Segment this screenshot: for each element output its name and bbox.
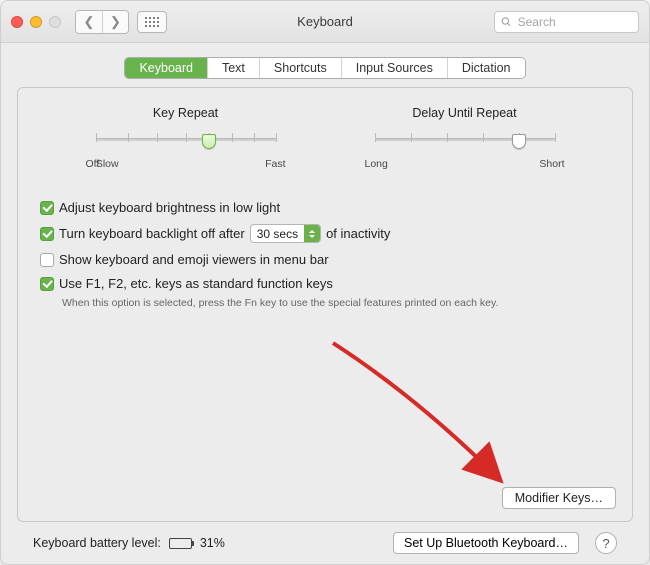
help-button[interactable]: ?	[595, 532, 617, 554]
key-repeat-label: Key Repeat	[153, 106, 218, 120]
key-repeat-thumb[interactable]	[202, 134, 216, 149]
opt-brightness: Adjust keyboard brightness in low light	[40, 200, 614, 215]
delay-thumb[interactable]	[512, 134, 526, 149]
grid-icon	[145, 17, 159, 27]
modifier-keys-button[interactable]: Modifier Keys…	[502, 487, 616, 509]
search-icon	[501, 16, 512, 28]
battery-icon	[169, 538, 192, 549]
close-icon[interactable]	[11, 16, 23, 28]
checkbox-brightness[interactable]	[40, 201, 54, 215]
label-fnkeys: Use F1, F2, etc. keys as standard functi…	[59, 276, 333, 291]
setup-bluetooth-button[interactable]: Set Up Bluetooth Keyboard…	[393, 532, 579, 554]
sliders-row: Key Repeat Off Slow Fast	[36, 102, 614, 186]
search-field[interactable]	[494, 11, 639, 33]
key-repeat-range: Off Slow Fast	[86, 158, 286, 170]
tab-dictation[interactable]: Dictation	[447, 58, 525, 78]
delay-label: Delay Until Repeat	[412, 106, 516, 120]
opt-menubar: Show keyboard and emoji viewers in menu …	[40, 252, 614, 267]
options-list: Adjust keyboard brightness in low light …	[36, 200, 614, 309]
titlebar: ❮ ❯ Keyboard	[1, 1, 649, 43]
tab-bar: Keyboard Text Shortcuts Input Sources Di…	[124, 57, 525, 79]
backlight-timeout-value: 30 secs	[251, 227, 304, 241]
backlight-timeout-select[interactable]: 30 secs	[250, 224, 321, 243]
checkbox-backlight[interactable]	[40, 227, 54, 241]
key-repeat-track[interactable]	[96, 130, 276, 156]
minimize-icon[interactable]	[30, 16, 42, 28]
tab-text[interactable]: Text	[207, 58, 259, 78]
traffic-lights	[11, 16, 61, 28]
back-button[interactable]: ❮	[76, 11, 102, 33]
battery-percent: 31%	[200, 536, 225, 550]
delay-range: Long Short	[365, 158, 565, 170]
nav-buttons: ❮ ❯	[75, 10, 129, 34]
delay-track[interactable]	[375, 130, 555, 156]
footer: Keyboard battery level: 31% Set Up Bluet…	[17, 522, 633, 564]
settings-pane: Key Repeat Off Slow Fast	[17, 87, 633, 522]
tab-input-sources[interactable]: Input Sources	[341, 58, 447, 78]
opt-backlight: Turn keyboard backlight off after 30 sec…	[40, 224, 614, 243]
stepper-icon[interactable]	[304, 225, 320, 242]
annotation-arrow	[328, 338, 528, 508]
content-area: Keyboard Text Shortcuts Input Sources Di…	[1, 43, 649, 564]
battery-label: Keyboard battery level:	[33, 536, 161, 550]
label-backlight-post: of inactivity	[326, 226, 390, 241]
preferences-window: ❮ ❯ Keyboard Keyboard Text Shortcuts Inp…	[0, 0, 650, 565]
key-repeat-slider: Key Repeat Off Slow Fast	[66, 106, 305, 170]
checkbox-fnkeys[interactable]	[40, 277, 54, 291]
label-menubar: Show keyboard and emoji viewers in menu …	[59, 252, 329, 267]
tab-shortcuts[interactable]: Shortcuts	[259, 58, 341, 78]
label-brightness: Adjust keyboard brightness in low light	[59, 200, 280, 215]
zoom-icon[interactable]	[49, 16, 61, 28]
fnkeys-hint: When this option is selected, press the …	[40, 297, 614, 309]
checkbox-menubar[interactable]	[40, 253, 54, 267]
tab-keyboard[interactable]: Keyboard	[125, 58, 207, 78]
opt-fnkeys: Use F1, F2, etc. keys as standard functi…	[40, 276, 614, 291]
label-backlight-pre: Turn keyboard backlight off after	[59, 226, 245, 241]
search-input[interactable]	[516, 14, 632, 30]
show-all-button[interactable]	[137, 11, 167, 33]
forward-button[interactable]: ❯	[102, 11, 128, 33]
delay-slider: Delay Until Repeat Long Short	[345, 106, 584, 170]
